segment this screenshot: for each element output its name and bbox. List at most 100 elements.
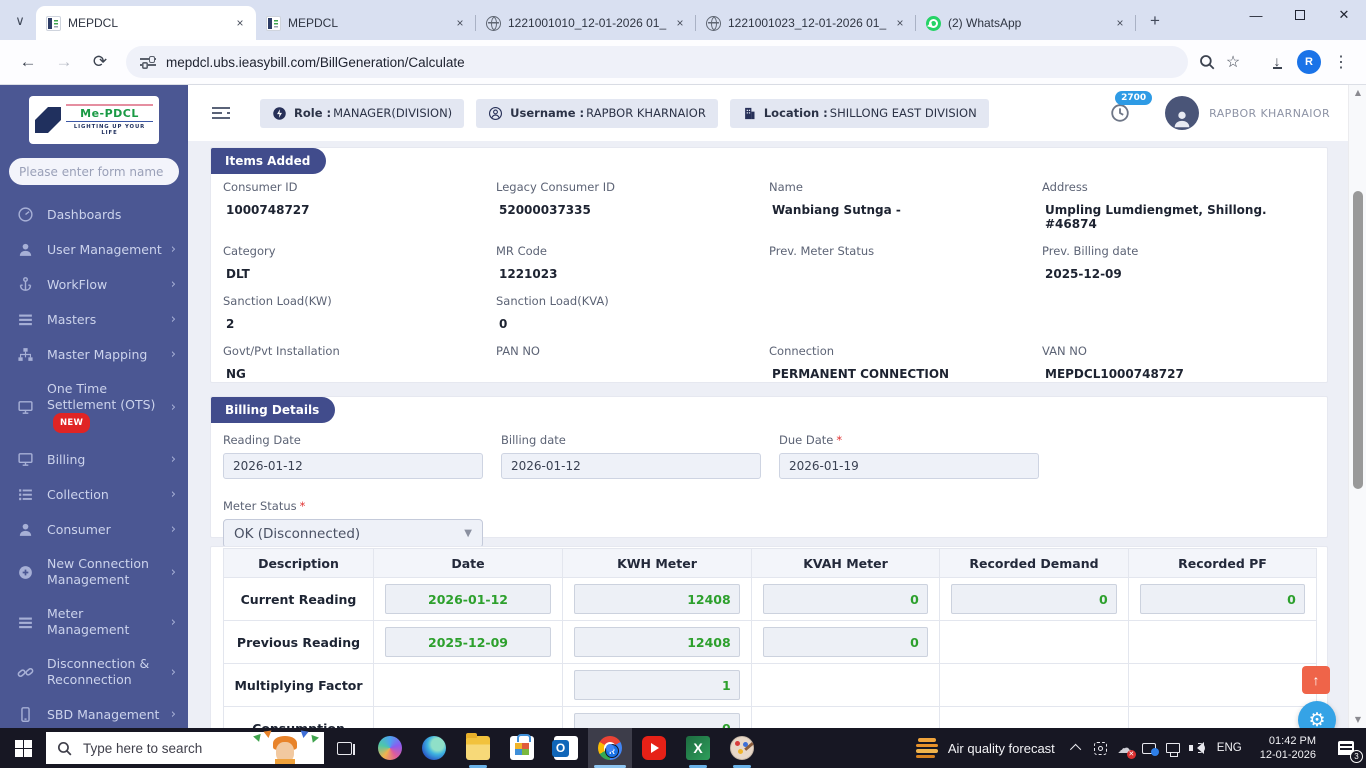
site-settings-icon[interactable] <box>140 55 156 69</box>
tab-close-icon[interactable]: × <box>452 15 468 31</box>
window-close-button[interactable]: ✕ <box>1322 0 1366 30</box>
screen-clip-icon[interactable] <box>1089 728 1113 768</box>
sidebar-item-one-time-settlement-ots[interactable]: One Time Settlement (OTS)NEW › <box>0 372 188 442</box>
task-view-button[interactable] <box>324 728 364 768</box>
forward-button[interactable]: → <box>49 47 79 77</box>
kwh-input[interactable]: 1 <box>574 670 740 700</box>
start-button[interactable] <box>0 728 46 768</box>
tab-close-icon[interactable]: × <box>672 15 688 31</box>
browser-tab[interactable]: (2) WhatsApp × <box>916 6 1136 40</box>
display-cast-icon[interactable] <box>1137 728 1161 768</box>
kwh-cell: 0 <box>562 706 752 728</box>
browser-tab[interactable]: MEPDCL × <box>36 6 256 40</box>
sidebar-item-dashboards[interactable]: Dashboards <box>0 197 188 232</box>
zoom-search-icon[interactable] <box>1198 53 1216 71</box>
list-icon <box>17 614 34 631</box>
tab-close-icon[interactable]: × <box>1112 15 1128 31</box>
sidebar-item-workflow[interactable]: WorkFlow › <box>0 267 188 302</box>
window-maximize-button[interactable] <box>1278 0 1322 30</box>
tab-close-icon[interactable]: × <box>892 15 908 31</box>
scroll-to-top-button[interactable]: ↑ <box>1302 666 1330 694</box>
sidebar-item-sbd-management[interactable]: SBD Management › <box>0 697 188 728</box>
new-tab-button[interactable]: + <box>1142 8 1168 34</box>
kvah-input[interactable]: 0 <box>763 584 928 614</box>
paint-taskbar-button[interactable] <box>720 728 764 768</box>
sidebar-item-collection[interactable]: Collection › <box>0 477 188 512</box>
session-timer[interactable]: 2700 <box>1109 91 1153 124</box>
browser-tab[interactable]: 1221001023_12-01-2026 01_ × <box>696 6 916 40</box>
sidebar-item-disconnection-reconnection[interactable]: Disconnection & Reconnection › <box>0 647 188 697</box>
field-label: Category <box>223 244 276 258</box>
kwh-input[interactable]: 0 <box>574 713 740 728</box>
reading-date-input[interactable]: 2026-01-12 <box>223 453 483 479</box>
settings-gear-button[interactable]: ⚙ <box>1298 701 1336 728</box>
back-button[interactable]: ← <box>13 47 43 77</box>
sidebar-search[interactable] <box>9 158 179 185</box>
notification-center-button[interactable]: 3 <box>1326 728 1366 768</box>
field-label: Sanction Load(KVA) <box>496 294 609 308</box>
kvah-input[interactable]: 0 <box>763 627 928 657</box>
bookmark-star-icon[interactable]: ☆ <box>1218 47 1248 77</box>
address-bar[interactable]: mepdcl.ubs.ieasybill.com/BillGeneration/… <box>126 46 1188 78</box>
tab-close-icon[interactable]: × <box>232 15 248 31</box>
app-logo[interactable]: Me-PDCL LIGHTING UP YOUR LIFE <box>29 96 159 144</box>
date-input[interactable]: 2026-01-12 <box>385 584 551 614</box>
pf-input[interactable]: 0 <box>1140 584 1305 614</box>
taskbar-clock[interactable]: 01:42 PM 12-01-2026 <box>1250 734 1326 762</box>
sidebar-item-new-connection-management[interactable]: New Connection Management › <box>0 547 188 597</box>
due-date-input[interactable]: 2026-01-19 <box>779 453 1039 479</box>
scrollbar-thumb[interactable] <box>1353 191 1363 489</box>
history-clock-icon[interactable] <box>1109 102 1131 124</box>
onedrive-error-icon[interactable]: ☁ ✕ <box>1113 728 1137 768</box>
info-field: Category DLT <box>223 244 496 281</box>
outlook-taskbar-button[interactable] <box>544 728 588 768</box>
window-minimize-button[interactable]: — <box>1234 0 1278 30</box>
explorer-taskbar-button[interactable] <box>456 728 500 768</box>
hamburger-menu-icon[interactable] <box>212 106 232 120</box>
reload-button[interactable]: ⟳ <box>85 47 115 77</box>
browser-profile-avatar[interactable]: R <box>1294 47 1324 77</box>
demand-input[interactable]: 0 <box>951 584 1117 614</box>
info-field: Connection PERMANENT CONNECTION <box>769 344 1042 381</box>
store-taskbar-button[interactable] <box>500 728 544 768</box>
browser-tab[interactable]: 1221001010_12-01-2026 01_ × <box>476 6 696 40</box>
chrome-taskbar-button[interactable]: R <box>588 728 632 768</box>
scrollbar-down-arrow[interactable]: ▼ <box>1349 712 1366 728</box>
kwh-input[interactable]: 12408 <box>574 627 740 657</box>
info-field: PAN NO <box>496 344 769 381</box>
taskbar-weather-widget[interactable]: Air quality forecast <box>906 738 1065 758</box>
meter-status-select[interactable]: OK (Disconnected) ▼ <box>223 519 483 548</box>
network-icon[interactable] <box>1161 728 1185 768</box>
edge-taskbar-button[interactable] <box>412 728 456 768</box>
excel-taskbar-button[interactable] <box>676 728 720 768</box>
sidebar-item-billing[interactable]: Billing › <box>0 442 188 477</box>
sidebar-item-consumer[interactable]: Consumer › <box>0 512 188 547</box>
browser-tab[interactable]: MEPDCL × <box>256 6 476 40</box>
tray-expand-button[interactable] <box>1065 728 1089 768</box>
youtube-taskbar-button[interactable] <box>632 728 676 768</box>
language-indicator[interactable]: ENG <box>1209 742 1250 754</box>
sidebar-item-masters[interactable]: Masters › <box>0 302 188 337</box>
sidebar-item-meter-management[interactable]: Meter Management › <box>0 597 188 647</box>
downloads-icon[interactable]: ↓ <box>1262 47 1292 77</box>
info-field: Sanction Load(KVA) 0 <box>496 294 769 331</box>
browser-menu-icon[interactable]: ⋮ <box>1326 47 1356 77</box>
user-avatar[interactable] <box>1165 96 1200 130</box>
sidebar-item-master-mapping[interactable]: Master Mapping › <box>0 337 188 372</box>
volume-icon[interactable] <box>1185 728 1209 768</box>
field-value: DLT <box>226 267 250 281</box>
listol-icon <box>17 486 34 503</box>
billing-date-input[interactable]: 2026-01-12 <box>501 453 761 479</box>
scrollbar-up-arrow[interactable]: ▲ <box>1349 85 1366 101</box>
logo-mark-icon <box>35 107 61 133</box>
taskbar-search[interactable]: Type here to search <box>46 730 324 764</box>
sidebar-search-input[interactable] <box>19 164 169 179</box>
sidebar-item-label: Disconnection & Reconnection <box>47 656 150 687</box>
kwh-input[interactable]: 12408 <box>574 584 740 614</box>
date-input[interactable]: 2025-12-09 <box>385 627 551 657</box>
sidebar-item-user-management[interactable]: User Management › <box>0 232 188 267</box>
chevron-right-icon: › <box>170 452 176 467</box>
page-scrollbar[interactable]: ▲ ▼ <box>1348 85 1366 728</box>
copilot-taskbar-button[interactable] <box>368 728 412 768</box>
tab-search-chevron-icon[interactable]: ∨ <box>6 7 34 35</box>
